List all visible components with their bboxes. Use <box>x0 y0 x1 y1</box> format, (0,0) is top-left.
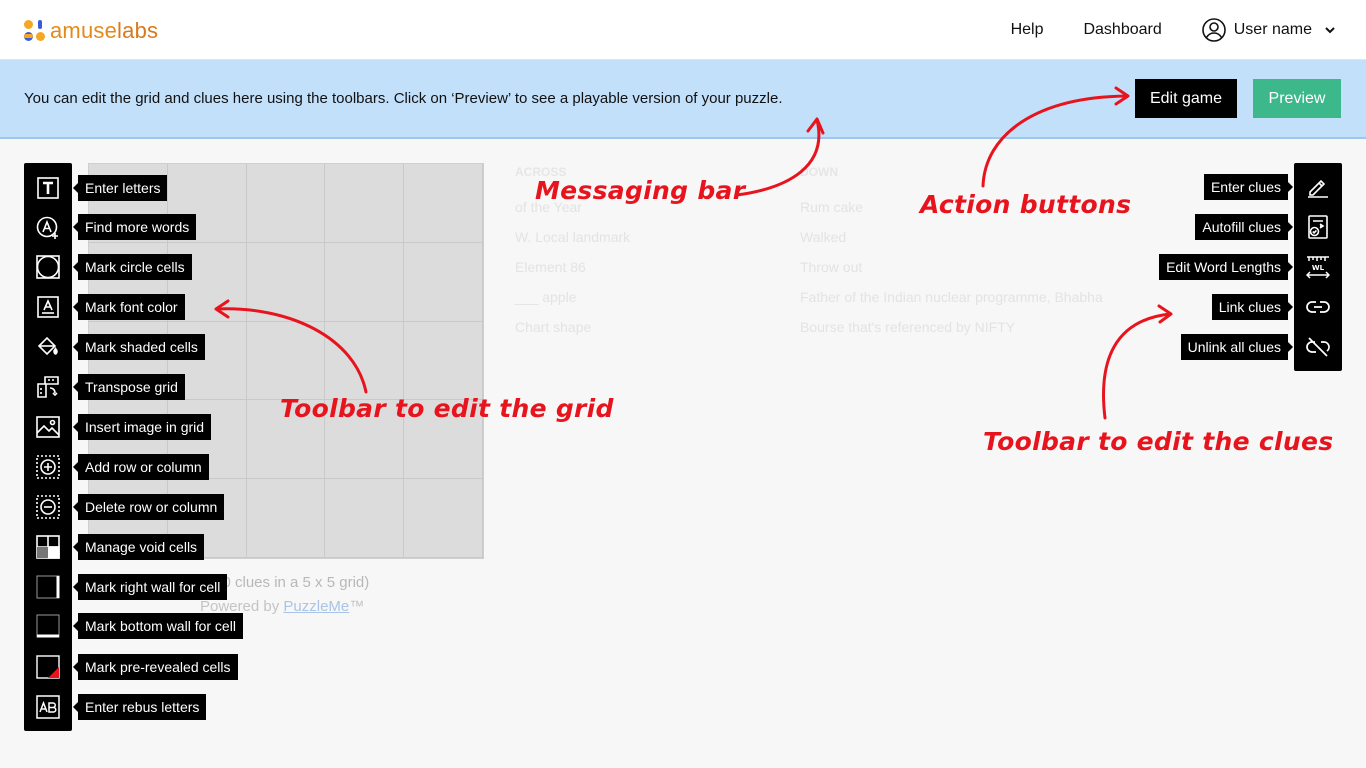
user-menu[interactable]: User name <box>1201 18 1336 42</box>
grid-cell[interactable] <box>246 479 326 558</box>
chevron-down-icon <box>1325 27 1335 34</box>
grid-cell[interactable] <box>246 164 326 243</box>
top-nav: Help Dashboard User name <box>1011 0 1366 60</box>
clue-item[interactable]: Throw out <box>800 259 1103 289</box>
clue-item[interactable]: ___ apple <box>515 289 630 319</box>
paint-bucket-icon[interactable] <box>36 335 60 359</box>
grid-cell[interactable] <box>325 479 405 558</box>
autofill-icon[interactable] <box>1306 215 1330 239</box>
add-row-icon[interactable] <box>36 455 60 479</box>
link-icon[interactable] <box>1306 295 1330 319</box>
grid-cell[interactable] <box>404 242 483 322</box>
tip-mark-shaded-cells: Mark shaded cells <box>73 334 205 360</box>
annotation-messaging-bar: Messaging bar <box>535 176 746 205</box>
tip-right-wall: Mark right wall for cell <box>72 574 228 600</box>
grid-cell[interactable] <box>246 321 326 401</box>
logo-text: amuselabs <box>50 18 159 43</box>
rebus-icon[interactable] <box>36 695 60 719</box>
clue-item[interactable]: Chart shape <box>515 319 630 349</box>
clue-item[interactable]: Father of the Indian nuclear programme, … <box>800 289 1103 319</box>
grid-cell[interactable] <box>404 321 483 401</box>
tip-bottom-wall: Mark bottom wall for cell <box>73 613 243 639</box>
void-cells-icon[interactable] <box>36 535 60 559</box>
svg-text:WL: WL <box>1312 264 1325 272</box>
tip-insert-image: Insert image in grid <box>72 414 212 440</box>
grid-cell[interactable] <box>325 164 405 243</box>
tip-link-clues: Link clues <box>1211 294 1294 320</box>
tip-transpose-grid: Transpose grid <box>73 374 185 400</box>
tip-delete-row-column: Delete row or column <box>72 494 225 520</box>
tip-add-row-column: Add row or column <box>73 454 209 480</box>
message-text: You can edit the grid and clues here usi… <box>24 90 783 107</box>
tip-pre-revealed: Mark pre-revealed cells <box>73 654 238 680</box>
grid-cell[interactable] <box>404 479 483 558</box>
transpose-icon[interactable] <box>36 375 60 399</box>
user-avatar-icon <box>1201 18 1226 42</box>
down-header: DOWN <box>800 165 838 179</box>
dashboard-link[interactable]: Dashboard <box>1083 21 1161 39</box>
font-color-icon[interactable] <box>36 295 60 319</box>
help-link[interactable]: Help <box>1011 21 1044 39</box>
find-words-icon[interactable] <box>36 216 60 240</box>
user-name: User name <box>1233 21 1312 38</box>
tip-enter-letters: Enter letters <box>72 175 168 201</box>
annotation-grid-toolbar: Toolbar to edit the grid <box>280 394 614 423</box>
grid-toolbar <box>24 163 72 731</box>
image-icon[interactable] <box>36 415 60 439</box>
tip-unlink-all-clues: Unlink all clues <box>1180 334 1294 360</box>
tip-find-more-words: Find more words <box>72 214 197 240</box>
pencil-icon[interactable] <box>1306 175 1330 199</box>
amuselabs-logo[interactable]: amuselabs <box>24 18 158 44</box>
clue-item[interactable]: W. Local landmark <box>515 229 630 259</box>
arrow-clue-toolbar-head <box>1157 304 1173 324</box>
messaging-bar: You can edit the grid and clues here usi… <box>0 60 1366 139</box>
bottom-wall-icon[interactable] <box>36 614 60 638</box>
grid-cell[interactable] <box>325 321 405 401</box>
circle-icon[interactable] <box>36 255 60 279</box>
clue-item[interactable]: Element 86 <box>515 259 630 289</box>
clue-item[interactable]: Bourse that's referenced by NIFTY <box>800 319 1103 349</box>
clue-toolbar: WL <box>1294 163 1342 371</box>
puzzleme-link[interactable]: PuzzleMe <box>283 598 349 615</box>
grid-cell[interactable] <box>246 242 326 322</box>
tip-mark-circle-cells: Mark circle cells <box>73 254 192 280</box>
tip-manage-void-cells: Manage void cells <box>72 534 205 560</box>
grid-cell[interactable] <box>325 242 405 322</box>
annotation-action-buttons: Action buttons <box>920 190 1132 219</box>
tip-rebus-letters: Enter rebus letters <box>72 694 207 720</box>
tip-mark-font-color: Mark font color <box>73 294 185 320</box>
unlink-icon[interactable] <box>1306 335 1330 359</box>
clue-item[interactable]: Walked <box>800 229 1103 259</box>
arrow-clue-toolbar <box>1102 312 1172 420</box>
top-header: amuselabs Help Dashboard User name <box>0 0 1366 60</box>
edit-game-button[interactable]: Edit game <box>1135 79 1237 118</box>
grid-cell[interactable] <box>404 164 483 243</box>
tip-edit-word-lengths: Edit Word Lengths <box>1159 254 1293 280</box>
word-length-icon[interactable]: WL <box>1306 255 1330 279</box>
delete-row-icon[interactable] <box>36 495 60 519</box>
tip-enter-clues: Enter clues <box>1203 174 1294 200</box>
right-wall-icon[interactable] <box>36 575 60 599</box>
preview-button[interactable]: Preview <box>1253 79 1341 118</box>
text-icon[interactable] <box>36 176 60 200</box>
pre-revealed-icon[interactable] <box>36 655 60 679</box>
annotation-clue-toolbar: Toolbar to edit the clues <box>983 427 1334 456</box>
tip-autofill-clues: Autofill clues <box>1195 214 1293 240</box>
logo-mark-icon <box>24 20 46 42</box>
